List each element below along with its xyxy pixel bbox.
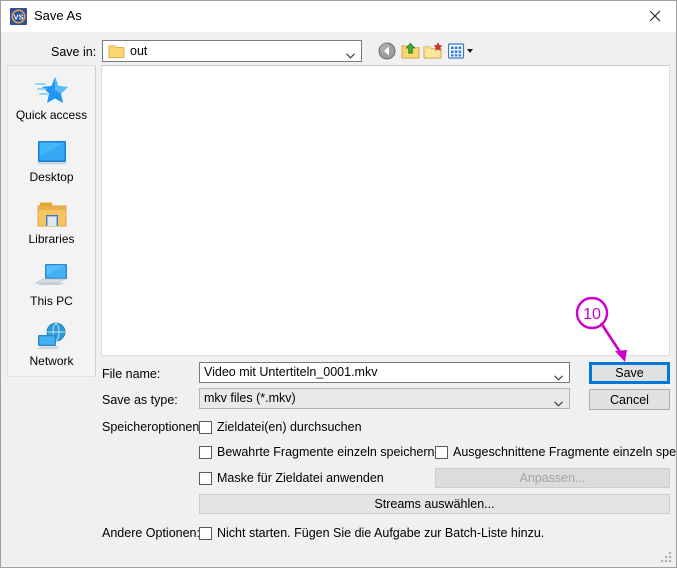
checkbox-bewahrte-fragmente[interactable]: Bewahrte Fragmente einzeln speichern: [199, 445, 434, 459]
sidebar-item-desktop[interactable]: Desktop: [8, 132, 95, 194]
sidebar-item-label: Network: [29, 354, 74, 368]
chevron-down-icon[interactable]: [554, 396, 563, 410]
chevron-down-icon[interactable]: [554, 370, 563, 384]
checkbox-zieldatei-durchsuchen[interactable]: Zieldatei(en) durchsuchen: [199, 420, 362, 434]
andere-optionen-label: Andere Optionen:: [102, 526, 200, 540]
window-title: Save As: [34, 8, 82, 23]
checkbox-box[interactable]: [199, 421, 212, 434]
checkbox-nicht-starten-batch[interactable]: Nicht starten. Fügen Sie die Aufgabe zur…: [199, 526, 544, 540]
save-as-dialog: VS Save As Save in: out Quick access Des…: [0, 0, 677, 568]
sidebar-item-label: Libraries: [28, 232, 75, 246]
checkbox-maske-zieldatei[interactable]: Maske für Zieldatei anwenden: [199, 471, 384, 485]
checkbox-label: Maske für Zieldatei anwenden: [217, 471, 384, 485]
folder-icon: [108, 44, 125, 59]
save-in-value: out: [130, 44, 148, 58]
save-as-type-label: Save as type:: [102, 393, 178, 407]
checkbox-box[interactable]: [199, 527, 212, 540]
sidebar-item-quick-access[interactable]: Quick access: [8, 70, 95, 132]
checkbox-box[interactable]: [435, 446, 448, 459]
chevron-down-icon[interactable]: [346, 48, 355, 62]
checkbox-ausgeschnittene-fragmente[interactable]: Ausgeschnittene Fragmente einzeln speich…: [435, 445, 677, 459]
new-folder-button[interactable]: [421, 40, 445, 62]
file-list[interactable]: [101, 65, 670, 356]
save-button[interactable]: Save: [589, 362, 670, 384]
sidebar-item-network[interactable]: Network: [8, 316, 95, 378]
sidebar-item-libraries[interactable]: Libraries: [8, 194, 95, 256]
save-as-type-value: mkv files (*.mkv): [204, 391, 296, 405]
file-name-label: File name:: [102, 367, 161, 381]
places-sidebar: Quick access Desktop Libraries This PC N…: [7, 65, 96, 377]
save-in-combobox[interactable]: out: [102, 40, 362, 62]
resize-grip[interactable]: [660, 551, 673, 564]
checkbox-label: Zieldatei(en) durchsuchen: [217, 420, 362, 434]
save-as-type-combobox[interactable]: mkv files (*.mkv): [199, 388, 570, 409]
save-in-label: Save in:: [51, 45, 97, 59]
checkbox-label: Nicht starten. Fügen Sie die Aufgabe zur…: [217, 526, 545, 540]
checkbox-label: Ausgeschnittene Fragmente einzeln speich…: [453, 445, 677, 459]
libraries-folder-icon: [8, 194, 95, 233]
streams-auswaehlen-button[interactable]: Streams auswählen...: [199, 494, 670, 514]
title-bar: VS Save As: [1, 1, 676, 33]
checkbox-box[interactable]: [199, 446, 212, 459]
quick-access-star-icon: [8, 70, 95, 109]
close-icon[interactable]: [632, 1, 676, 31]
sidebar-item-label: This PC: [30, 294, 73, 308]
network-globe-icon: [8, 316, 95, 355]
desktop-monitor-icon: [8, 132, 95, 171]
up-one-level-button[interactable]: [398, 40, 422, 62]
checkbox-box[interactable]: [199, 472, 212, 485]
anpassen-button: Anpassen...: [435, 468, 670, 488]
file-name-input[interactable]: Video mit Untertiteln_0001.mkv: [199, 362, 570, 383]
sidebar-item-this-pc[interactable]: This PC: [8, 256, 95, 318]
this-pc-icon: [8, 256, 95, 295]
checkbox-label: Bewahrte Fragmente einzeln speichern: [217, 445, 435, 459]
views-button[interactable]: [446, 40, 480, 62]
cancel-button[interactable]: Cancel: [589, 389, 670, 410]
sidebar-item-label: Quick access: [15, 108, 88, 122]
speicheroptionen-label: Speicheroptionen:: [102, 420, 203, 434]
sidebar-item-label: Desktop: [29, 170, 74, 184]
file-name-value: Video mit Untertiteln_0001.mkv: [204, 365, 378, 379]
vs-shield-icon: VS: [10, 8, 27, 25]
back-button[interactable]: [375, 40, 399, 62]
svg-text:VS: VS: [13, 13, 23, 22]
